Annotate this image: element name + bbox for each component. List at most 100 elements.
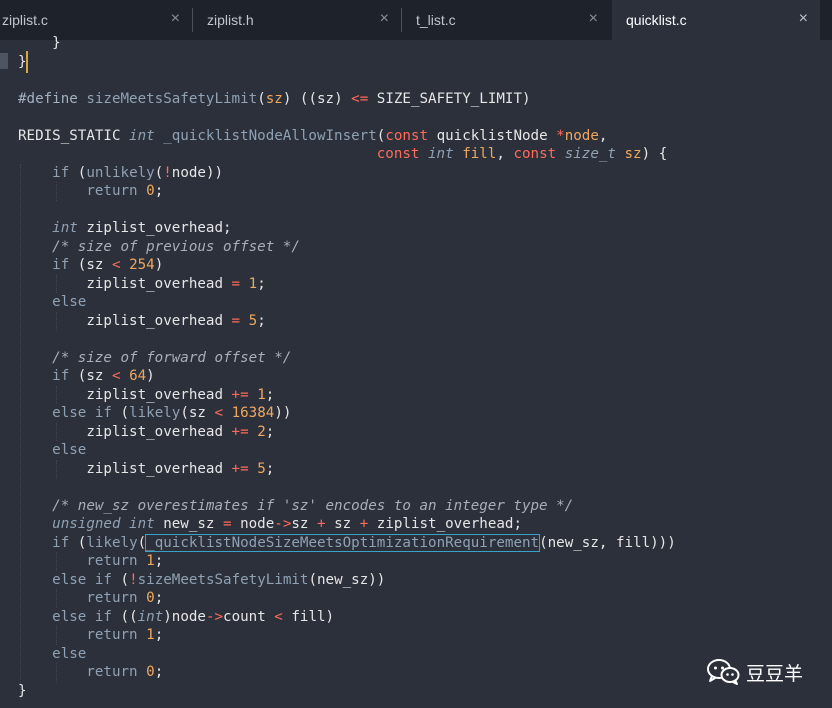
close-icon[interactable]: ×: [380, 10, 389, 28]
code-token: if: [94, 571, 112, 588]
code-token: 1: [248, 275, 258, 292]
code-token: (sz: [69, 368, 112, 384]
code-token: 16384: [231, 405, 275, 421]
code-line[interactable]: unsigned int new_sz = node->sz + sz + zi…: [18, 515, 522, 534]
code-line[interactable]: ziplist_overhead += 1;: [18, 386, 274, 405]
code-token: +: [317, 516, 326, 532]
code-line[interactable]: /* new_sz overestimates if 'sz' encodes …: [18, 497, 573, 516]
code-token: ) {: [641, 146, 668, 162]
code-token: 0: [146, 183, 155, 199]
code-line[interactable]: if (sz < 64): [18, 367, 155, 386]
code-line[interactable]: }: [18, 682, 27, 701]
code-token: return: [86, 590, 138, 606]
code-token: (new_sz)): [308, 571, 386, 588]
code-token: !: [163, 164, 172, 181]
code-line[interactable]: REDIS_STATIC int _quicklistNodeAllowInse…: [18, 127, 607, 146]
code-token: ;: [154, 183, 164, 199]
code-line[interactable]: }: [18, 34, 61, 53]
code-line[interactable]: else if (likely(sz < 16384)): [18, 404, 291, 423]
code-line[interactable]: /* size of forward offset */: [18, 349, 291, 368]
code-token: int: [52, 220, 78, 236]
highlighted-token: _quicklistNodeSizeMeetsOptimizationRequi…: [145, 533, 541, 552]
code-line[interactable]: return 0;: [18, 663, 163, 682]
code-line[interactable]: /* size of previous offset */: [18, 238, 300, 257]
code-token: (: [69, 534, 87, 551]
code-token: ;: [154, 590, 164, 606]
tab-t-list-c[interactable]: t_list.c ×: [402, 0, 610, 40]
code-token: if: [52, 534, 70, 551]
code-line[interactable]: ziplist_overhead = 1;: [18, 275, 266, 294]
code-line[interactable]: else: [18, 645, 86, 664]
code-token: (: [154, 164, 164, 181]
code-token: else: [52, 294, 87, 310]
close-icon[interactable]: ×: [799, 10, 808, 28]
code-token: quicklistNode: [428, 127, 557, 144]
close-icon[interactable]: ×: [589, 10, 598, 28]
code-token: return: [86, 553, 138, 569]
code-token: unlikely: [86, 164, 155, 181]
code-line[interactable]: else: [18, 293, 86, 312]
code-line[interactable]: if (likely(_quicklistNodeSizeMeetsOptimi…: [18, 533, 676, 553]
code-line[interactable]: if (sz < 254): [18, 256, 163, 275]
code-token: if: [52, 164, 70, 181]
code-token: sz: [325, 516, 360, 532]
code-token: =: [231, 312, 241, 329]
code-token: ;: [265, 460, 275, 477]
code-token: const: [376, 146, 420, 162]
code-line[interactable]: return 1;: [18, 552, 163, 571]
tab-ziplist-h[interactable]: ziplist.h ×: [193, 0, 401, 40]
code-token: (: [111, 571, 130, 588]
code-token: return: [86, 183, 138, 199]
code-token: <: [274, 608, 283, 625]
code-token: SIZE_SAFETY_LIMIT): [368, 90, 531, 107]
code-line[interactable]: ziplist_overhead = 5;: [18, 312, 265, 331]
code-line[interactable]: ziplist_overhead += 2;: [18, 423, 274, 442]
code-token: <=: [351, 90, 369, 107]
code-line[interactable]: int ziplist_overhead;: [18, 219, 231, 238]
code-token: ;: [154, 553, 164, 569]
tab-label: ziplist.c: [2, 12, 48, 28]
code-line[interactable]: const int fill, const size_t sz) {: [18, 145, 667, 164]
code-token: ) ((sz): [282, 90, 352, 107]
code-token: else: [52, 442, 87, 458]
code-line[interactable]: else: [18, 441, 86, 460]
code-token: node)): [171, 164, 224, 181]
close-icon[interactable]: ×: [171, 10, 180, 28]
code-token: ,: [598, 127, 608, 144]
code-line[interactable]: return 0;: [18, 182, 163, 201]
code-line[interactable]: else if ((int)node->count < fill): [18, 608, 334, 627]
code-token: if: [94, 608, 112, 625]
code-token: ;: [257, 275, 266, 292]
code-token: ->: [274, 516, 292, 532]
code-line[interactable]: return 1;: [18, 626, 163, 645]
code-token: +=: [231, 423, 249, 440]
code-line[interactable]: else if (!sizeMeetsSafetyLimit(new_sz)): [18, 571, 385, 590]
tab-quicklist-c[interactable]: quicklist.c ×: [612, 0, 820, 40]
code-token: +=: [231, 386, 249, 403]
code-line[interactable]: ziplist_overhead += 5;: [18, 460, 274, 479]
code-token: (sz: [69, 257, 112, 273]
code-token: ->: [205, 608, 224, 625]
code-line[interactable]: return 0;: [18, 589, 163, 608]
tab-label: ziplist.h: [207, 12, 254, 28]
code-line[interactable]: if (unlikely(!node)): [18, 164, 223, 183]
code-token: +: [359, 516, 369, 532]
code-line[interactable]: #define sizeMeetsSafetyLimit(sz) ((sz) <…: [18, 90, 531, 109]
code-token: int: [428, 146, 454, 162]
code-editor[interactable]: }} #define sizeMeetsSafetyLimit(sz) ((sz)…: [0, 35, 832, 708]
